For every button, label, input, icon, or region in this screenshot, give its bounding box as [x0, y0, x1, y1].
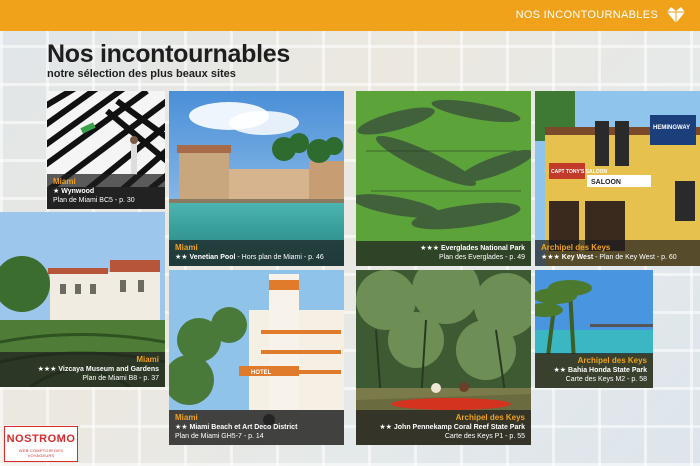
card-stars: ★★ [175, 424, 188, 431]
card-stars: ★★ [379, 424, 392, 431]
card-region: Miami [175, 413, 198, 422]
photo-card-john-pennekamp[interactable]: Archipel des Keys ★★ John Pennekamp Cora… [356, 270, 531, 445]
card-name: Venetian Pool [189, 254, 236, 261]
caption-john-pennekamp: Archipel des Keys ★★ John Pennekamp Cora… [356, 410, 531, 445]
card-stars: ★★★ [37, 366, 57, 373]
photo-card-wynwood[interactable]: Miami ★ Wynwood Plan de Miami BC5 - p. 3… [47, 91, 165, 209]
saloon-sign: SALOON [591, 179, 621, 186]
card-stars: ★★★ [420, 245, 439, 252]
page-subtitle: notre sélection des plus beaux sites [47, 68, 236, 80]
card-name: Bahia Honda State Park [568, 367, 647, 374]
photo-card-venetian-pool[interactable]: Miami ★★ Venetian Pool - Hors plan de Mi… [169, 91, 344, 266]
hotel-sign: HOTEL [251, 370, 272, 376]
caption-venetian-pool: Miami ★★ Venetian Pool - Hors plan de Mi… [169, 240, 344, 266]
card-region: Archipel des Keys [577, 356, 647, 365]
heart-diamond-icon [667, 7, 685, 23]
card-ref: Carte des Keys P1 - p. 55 [444, 433, 525, 440]
card-region: Archipel des Keys [455, 413, 525, 422]
card-stars: ★★ [175, 254, 188, 261]
card-ref: - Plan de Key West - p. 60 [593, 254, 677, 261]
card-stars: ★ [53, 188, 60, 195]
card-stars: ★★ [553, 367, 567, 374]
caption-wynwood: Miami ★ Wynwood Plan de Miami BC5 - p. 3… [47, 174, 165, 209]
page-title: Nos incontournables [47, 40, 290, 68]
card-name: Wynwood [61, 188, 95, 195]
caption-miami-beach: Miami ★★ Miami Beach et Art Deco Distric… [169, 410, 344, 445]
alligators-image [356, 91, 531, 266]
card-name: John Pennekamp Coral Reef State Park [393, 424, 525, 431]
section-header-bar: NOS INCONTOURNABLES [0, 0, 700, 31]
card-name: Everglades National Park [440, 245, 525, 252]
photo-card-everglades[interactable]: ★★★ Everglades National Park Plan des Ev… [356, 91, 531, 266]
card-region: Miami [136, 355, 159, 364]
saloon-sign-red: CAPT TONY'S SALOON [551, 169, 607, 175]
hemingway-sign: HEMINGWAY [653, 125, 690, 131]
card-region: Archipel des Keys [541, 243, 611, 252]
photo-card-bahia-honda[interactable]: Archipel des Keys ★★ Bahia Honda State P… [535, 270, 653, 388]
photo-card-key-west[interactable]: HEMINGWAY CAPT TONY'S SALOON SALOON Arch… [535, 91, 700, 266]
nostromo-logo[interactable]: NOSTROMO WEB COMPTOIR DES VOYAGEURS [4, 426, 78, 462]
card-name: Key West [561, 254, 594, 261]
caption-everglades: ★★★ Everglades National Park Plan des Ev… [356, 241, 531, 266]
card-ref: - Hors plan de Miami - p. 46 [235, 254, 324, 261]
card-ref: Plan de Miami GH5-7 - p. 14 [175, 433, 264, 440]
card-stars: ★★★ [541, 254, 560, 261]
photo-card-miami-beach[interactable]: HOTEL Miami ★★ Miami Beach et Art Deco D… [169, 270, 344, 445]
caption-bahia-honda: Archipel des Keys ★★ Bahia Honda State P… [535, 353, 653, 388]
caption-key-west: Archipel des Keys ★★★ Key West - Plan de… [535, 240, 700, 266]
card-region: Miami [175, 243, 198, 252]
card-region: Miami [53, 177, 76, 186]
card-ref: Plan des Everglades - p. 49 [439, 254, 525, 261]
caption-vizcaya: Miami ★★★ Vizcaya Museum and Gardens Pla… [0, 352, 165, 387]
card-name: Vizcaya Museum and Gardens [58, 366, 159, 373]
photo-card-vizcaya[interactable]: Miami ★★★ Vizcaya Museum and Gardens Pla… [0, 212, 165, 387]
logo-tagline: WEB COMPTOIR DES VOYAGEURS [18, 448, 64, 458]
section-label: NOS INCONTOURNABLES [515, 9, 658, 21]
card-name: Miami Beach et Art Deco District [189, 424, 298, 431]
logo-name: NOSTROMO [6, 433, 76, 445]
card-ref: Plan de Miami BC5 - p. 30 [53, 197, 135, 204]
card-ref: Plan de Miami B8 - p. 37 [82, 375, 159, 382]
card-ref: Carte des Keys M2 - p. 58 [565, 376, 647, 383]
